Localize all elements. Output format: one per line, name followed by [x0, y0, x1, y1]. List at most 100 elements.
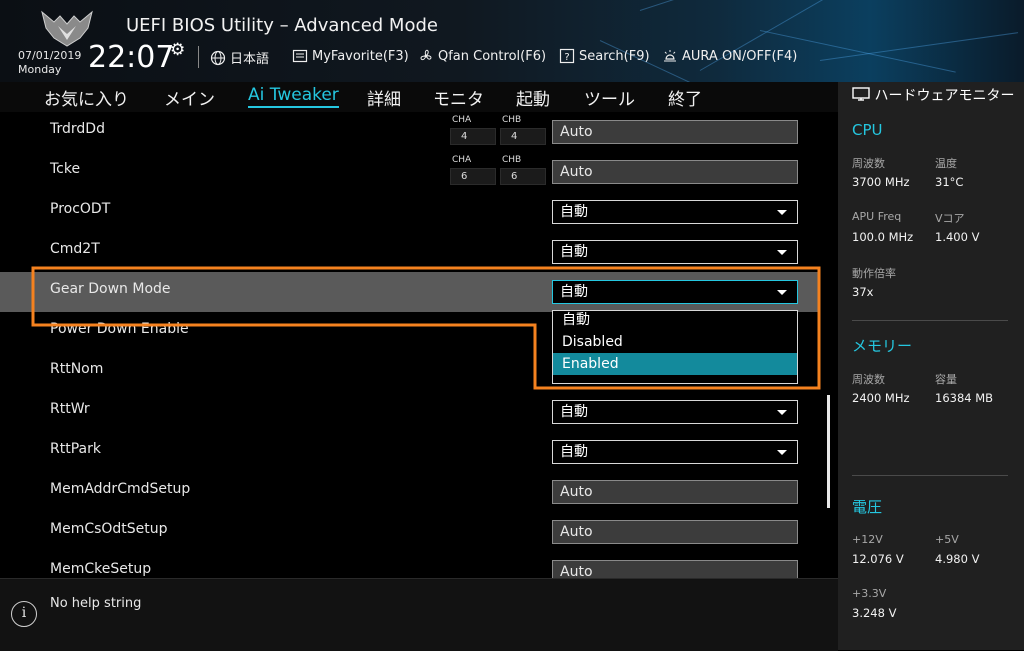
setting-dropdown[interactable]: 自動: [552, 280, 798, 304]
dropdown-value: 自動: [560, 284, 588, 300]
search-button[interactable]: ? Search(F9): [559, 48, 650, 64]
fan-icon: [420, 49, 432, 61]
setting-row-rttwr[interactable]: RttWr 自動: [0, 392, 818, 432]
channel-a-readout: CHA 4: [450, 115, 496, 146]
channel-b-readout: CHB 6: [500, 155, 546, 186]
hardware-monitor-header: ハードウェアモニター: [852, 87, 1022, 105]
v33-value: 3.248 V: [852, 606, 897, 620]
setting-value-input[interactable]: Auto: [552, 160, 798, 184]
tab-ai-tweaker[interactable]: Ai Tweaker: [248, 85, 339, 108]
setting-label: RttWr: [50, 401, 90, 417]
dropdown-option-enabled[interactable]: Enabled: [553, 353, 797, 375]
setting-row-rttpark[interactable]: RttPark 自動: [0, 432, 818, 472]
setting-label: Cmd2T: [50, 241, 100, 257]
setting-label: Gear Down Mode: [50, 281, 171, 297]
caret-down-icon: [777, 290, 787, 295]
tab-tool[interactable]: ツール: [584, 85, 635, 110]
cpu-freq-label: 周波数: [852, 157, 885, 170]
monitor-icon: [852, 87, 870, 101]
section-divider: [852, 475, 1008, 476]
tab-monitor[interactable]: モニタ: [433, 85, 484, 110]
channel-a-value: 6: [450, 168, 496, 185]
channel-b-value: 4: [500, 128, 546, 145]
channel-a-value: 4: [450, 128, 496, 145]
channel-a-readout: CHA 6: [450, 155, 496, 186]
setting-value-input[interactable]: Auto: [552, 520, 798, 544]
setting-row-memckesetup[interactable]: MemCkeSetup Auto: [0, 552, 818, 578]
setting-label: ProcODT: [50, 201, 111, 217]
help-panel: i No help string: [0, 578, 838, 651]
tab-advanced[interactable]: 詳細: [367, 85, 401, 110]
setting-value-input[interactable]: Auto: [552, 480, 798, 504]
channel-b-label: CHB: [502, 115, 522, 125]
language-label: 日本語: [230, 52, 270, 67]
title-bar: UEFI BIOS Utility – Advanced Mode 07/01/…: [0, 0, 1024, 82]
setting-label: Tcke: [50, 161, 81, 177]
setting-value-input[interactable]: Auto: [552, 120, 798, 144]
date-text: 07/01/2019: [18, 49, 82, 62]
dropdown-value: 自動: [560, 444, 588, 460]
myfavorite-button[interactable]: MyFavorite(F3): [292, 48, 409, 64]
apu-freq-label: APU Freq: [852, 210, 902, 223]
vcore-value: 1.400 V: [935, 230, 980, 244]
svg-text:?: ?: [564, 52, 569, 63]
tab-main[interactable]: メイン: [164, 85, 215, 110]
v5-label: +5V: [935, 533, 959, 546]
info-icon: i: [11, 601, 37, 627]
setting-dropdown[interactable]: 自動: [552, 400, 798, 424]
dropdown-option-auto[interactable]: 自動: [553, 309, 797, 331]
qfan-control-button[interactable]: Qfan Control(F6): [418, 48, 546, 64]
v12-value: 12.076 V: [852, 552, 904, 566]
setting-label: TrdrdDd: [50, 121, 105, 137]
setting-row-gear-down-mode[interactable]: Gear Down Mode 自動: [0, 272, 818, 312]
channel-b-value: 6: [500, 168, 546, 185]
setting-dropdown[interactable]: 自動: [552, 240, 798, 264]
cpu-freq-value: 3700 MHz: [852, 175, 910, 189]
setting-dropdown[interactable]: 自動: [552, 440, 798, 464]
v33-label: +3.3V: [852, 587, 887, 600]
hardware-monitor-panel: ハードウェアモニター CPU 周波数 温度 3700 MHz 31°C APU …: [838, 82, 1024, 650]
gear-down-mode-options: 自動 Disabled Enabled: [552, 310, 798, 384]
gear-icon[interactable]: ⚙: [170, 40, 185, 60]
aura-light-icon: [664, 50, 676, 62]
aura-label: AURA ON/OFF(F4): [682, 48, 798, 64]
setting-dropdown[interactable]: 自動: [552, 200, 798, 224]
ratio-value: 37x: [852, 285, 874, 299]
dropdown-value: 自動: [560, 204, 588, 220]
setting-label: Power Down Enable: [50, 321, 189, 337]
globe-icon: [210, 50, 226, 65]
memory-section-title: メモリー: [852, 337, 913, 355]
cpu-temp-label: 温度: [935, 157, 957, 170]
date-display: 07/01/2019 Monday: [18, 49, 81, 77]
caret-down-icon: [777, 250, 787, 255]
setting-row-procodt[interactable]: ProcODT 自動: [0, 192, 818, 232]
main-tab-bar: お気に入り メイン Ai Tweaker 詳細 モニタ 起動 ツール 終了: [0, 82, 838, 112]
setting-row-cmd2t[interactable]: Cmd2T 自動: [0, 232, 818, 272]
apu-freq-value: 100.0 MHz: [852, 230, 914, 244]
tuf-logo-icon: [41, 10, 93, 47]
tab-favorites[interactable]: お気に入り: [44, 85, 129, 110]
settings-scrollbar[interactable]: [827, 395, 830, 508]
qfan-label: Qfan Control(F6): [438, 48, 547, 64]
clock-time: 22:07: [88, 40, 175, 75]
memory-capacity-label: 容量: [935, 373, 957, 386]
setting-row-trdrddd[interactable]: TrdrdDd CHA 4 CHB 4 Auto: [0, 112, 818, 152]
setting-row-memaddrcmdsetup[interactable]: MemAddrCmdSetup Auto: [0, 472, 818, 512]
v5-value: 4.980 V: [935, 552, 980, 566]
dropdown-value: 自動: [560, 404, 588, 420]
language-button[interactable]: 日本語: [210, 48, 269, 67]
hardware-monitor-title: ハードウェアモニター: [874, 88, 1015, 104]
dropdown-option-disabled[interactable]: Disabled: [553, 331, 797, 353]
tab-boot[interactable]: 起動: [516, 85, 550, 110]
memory-freq-label: 周波数: [852, 373, 885, 386]
tab-exit[interactable]: 終了: [668, 85, 702, 110]
setting-row-tcke[interactable]: Tcke CHA 6 CHB 6 Auto: [0, 152, 818, 192]
setting-row-memcsodtsetup[interactable]: MemCsOdtSetup Auto: [0, 512, 818, 552]
setting-label: MemCsOdtSetup: [50, 521, 168, 537]
aura-toggle-button[interactable]: AURA ON/OFF(F4): [662, 48, 797, 64]
setting-value-input[interactable]: Auto: [552, 560, 798, 578]
section-divider: [852, 320, 1008, 321]
caret-down-icon: [777, 410, 787, 415]
cpu-temp-value: 31°C: [935, 175, 964, 189]
search-label: Search(F9): [579, 48, 650, 64]
